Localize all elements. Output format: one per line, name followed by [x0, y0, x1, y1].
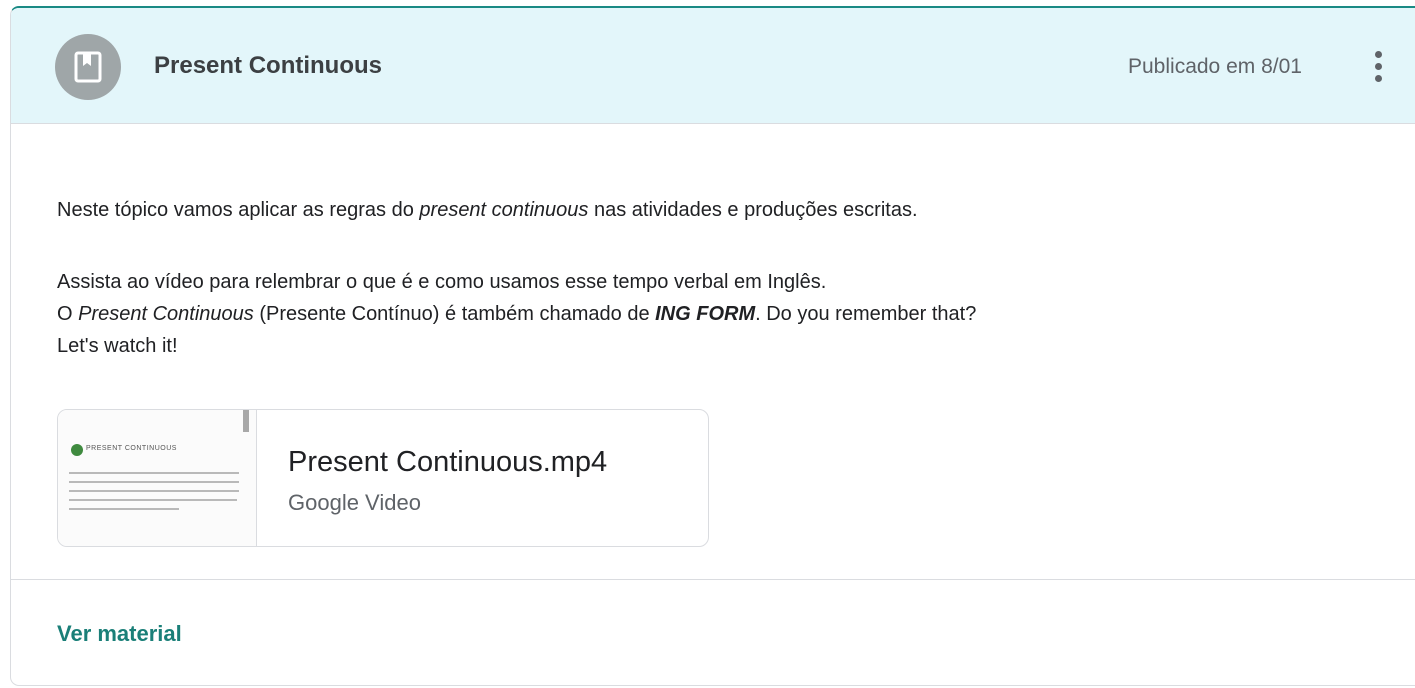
description-line-3: O Present Continuous (Presente Contínuo)… — [57, 303, 977, 325]
more-vert-icon — [1375, 51, 1382, 58]
material-title[interactable]: Present Continuous — [154, 52, 382, 80]
thumbnail-logo-icon — [71, 444, 83, 456]
video-attachment[interactable]: PRESENT CONTINUOUS Present Continuous.mp… — [57, 409, 709, 547]
material-avatar — [55, 34, 121, 100]
view-material-link[interactable]: Ver material — [57, 621, 182, 647]
card-header[interactable]: Present Continuous Publicado em 8/01 — [11, 8, 1415, 124]
attachment-type: Google Video — [288, 490, 421, 515]
video-thumbnail[interactable]: PRESENT CONTINUOUS — [58, 410, 257, 546]
material-card: Present Continuous Publicado em 8/01 Nes… — [10, 6, 1415, 686]
card-divider — [11, 579, 1415, 580]
published-date: Publicado em 8/01 — [1128, 55, 1302, 78]
thumbnail-heading: PRESENT CONTINUOUS — [86, 445, 177, 452]
book-icon — [74, 51, 102, 83]
description-line-2: Assista ao vídeo para relembrar o que é … — [57, 271, 827, 293]
description-line-1: Neste tópico vamos aplicar as regras do … — [57, 199, 918, 221]
description-line-4: Let's watch it! — [57, 335, 178, 357]
more-options-button[interactable] — [1369, 48, 1389, 84]
attachment-title[interactable]: Present Continuous.mp4 — [288, 445, 607, 479]
